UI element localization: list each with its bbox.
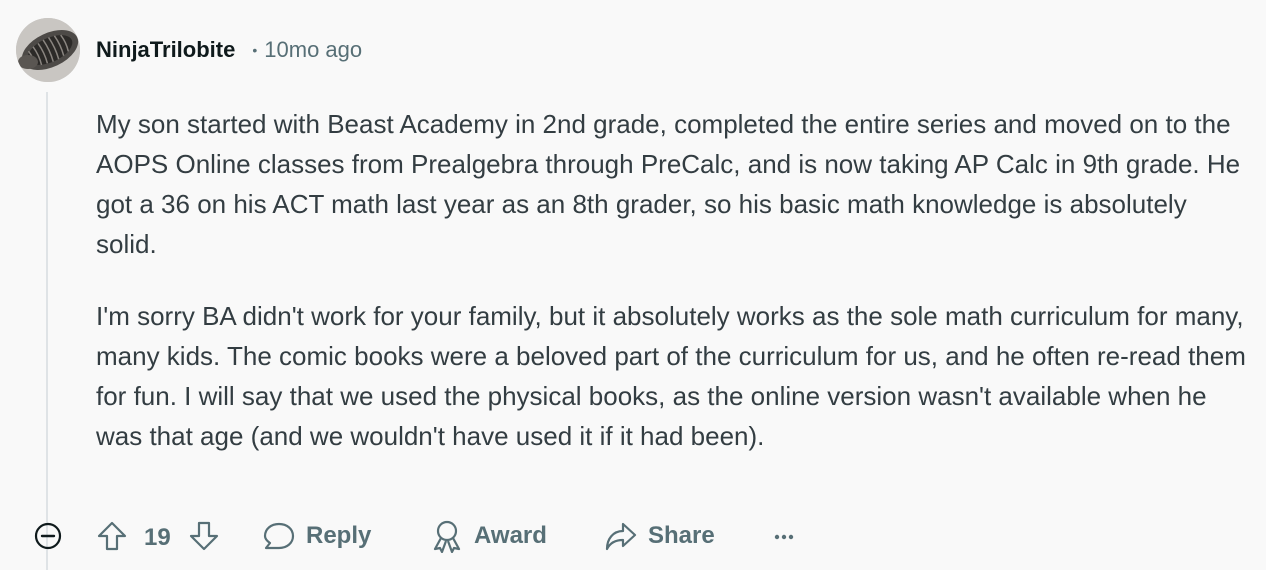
share-button[interactable]: Share	[604, 516, 715, 556]
award-ribbon-icon	[433, 520, 461, 553]
avatar[interactable]	[16, 18, 80, 82]
award-label: Award	[474, 522, 547, 549]
minus-circle-icon	[34, 522, 62, 550]
comment-paragraph-2: I'm sorry BA didn't work for your family…	[96, 301, 1246, 451]
speech-bubble-icon	[263, 522, 295, 550]
comment-paragraph-1: My son started with Beast Academy in 2nd…	[96, 109, 1241, 259]
ellipsis-icon	[774, 534, 794, 540]
arrow-down-icon	[189, 521, 219, 551]
comment-action-bar: 19 Reply Award Share	[0, 512, 1266, 560]
reply-label: Reply	[306, 522, 372, 549]
downvote-button[interactable]	[188, 520, 220, 552]
share-arrow-icon	[605, 522, 637, 551]
vote-count: 19	[144, 524, 171, 551]
username[interactable]: NinjaTrilobite	[96, 37, 235, 63]
meta-separator: •	[252, 42, 258, 58]
collapse-button[interactable]	[34, 522, 62, 550]
award-button[interactable]: Award	[430, 516, 547, 556]
more-options-button[interactable]	[770, 520, 800, 552]
upvote-button[interactable]	[96, 520, 128, 552]
trilobite-avatar-image	[16, 18, 80, 82]
comment-meta: NinjaTrilobite • 10mo ago	[96, 35, 362, 65]
arrow-up-icon	[97, 521, 127, 551]
comment-card: NinjaTrilobite • 10mo ago My son started…	[0, 0, 1266, 570]
comment-body: My son started with Beast Academy in 2nd…	[96, 104, 1246, 456]
timestamp[interactable]: 10mo ago	[264, 37, 362, 63]
thread-line[interactable]	[46, 92, 48, 570]
share-label: Share	[648, 522, 715, 549]
reply-button[interactable]: Reply	[262, 516, 371, 556]
